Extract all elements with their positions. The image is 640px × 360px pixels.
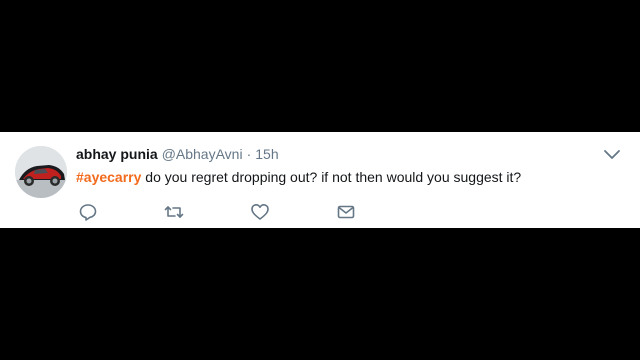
hashtag-link[interactable]: #ayecarry	[76, 169, 141, 185]
tweet-text: #ayecarry do you regret dropping out? if…	[76, 169, 521, 185]
tweet-card: abhay punia @AbhayAvni · 15h #ayecarry d…	[0, 132, 640, 228]
tweet-actions	[78, 202, 378, 222]
user-handle[interactable]: @AbhayAvni	[162, 146, 243, 162]
tweet-body: do you regret dropping out? if not then …	[141, 169, 522, 185]
envelope-icon[interactable]	[336, 202, 356, 222]
separator-dot: ·	[246, 146, 252, 162]
heart-icon[interactable]	[250, 202, 270, 222]
display-name[interactable]: abhay punia	[76, 146, 158, 162]
avatar-car-image	[15, 146, 67, 198]
retweet-icon[interactable]	[164, 202, 184, 222]
tweet-timestamp[interactable]: 15h	[255, 146, 278, 162]
video-frame: abhay punia @AbhayAvni · 15h #ayecarry d…	[0, 0, 640, 360]
reply-icon[interactable]	[78, 202, 98, 222]
tweet-header: abhay punia @AbhayAvni · 15h	[76, 146, 279, 164]
chevron-down-icon[interactable]	[603, 148, 621, 162]
avatar[interactable]	[15, 146, 67, 198]
